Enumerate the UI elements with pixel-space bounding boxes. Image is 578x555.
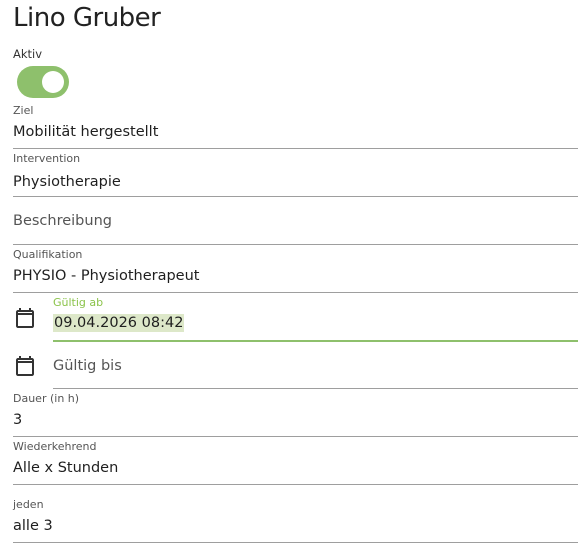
toggle-knob (42, 71, 64, 93)
qualifikation-value[interactable]: PHYSIO - Physiotherapeut (13, 268, 199, 284)
gueltig-bis-field[interactable]: Gültig bis (53, 344, 578, 390)
intervention-value[interactable]: Physiotherapie (13, 174, 121, 190)
gueltig-ab-label: Gültig ab (53, 296, 104, 309)
dauer-label: Dauer (in h) (13, 392, 80, 405)
gueltig-ab-underline (53, 340, 578, 342)
beschreibung-field[interactable]: Beschreibung (13, 200, 578, 246)
jeden-field[interactable]: jeden alle 3 (13, 498, 578, 544)
jeden-label: jeden (13, 498, 44, 511)
page-title: Lino Gruber (13, 3, 161, 33)
active-toggle[interactable] (17, 66, 69, 98)
wiederkehrend-field[interactable]: Wiederkehrend Alle x Stunden (13, 440, 578, 486)
qualifikation-label: Qualifikation (13, 248, 83, 261)
gueltig-ab-value[interactable]: 09.04.2026 08:42 (53, 314, 185, 332)
ziel-label: Ziel (13, 104, 34, 117)
jeden-underline (13, 542, 578, 543)
gueltig-bis-underline (53, 388, 578, 389)
ziel-value[interactable]: Mobilität hergestellt (13, 124, 158, 140)
qualifikation-underline (13, 292, 578, 293)
wiederkehrend-value[interactable]: Alle x Stunden (13, 460, 118, 476)
wiederkehrend-label: Wiederkehrend (13, 440, 97, 453)
active-toggle-label: Aktiv (13, 47, 43, 61)
beschreibung-underline (13, 244, 578, 245)
dauer-field[interactable]: Dauer (in h) 3 (13, 392, 578, 438)
intervention-label: Intervention (13, 152, 81, 165)
ziel-field[interactable]: Ziel Mobilität hergestellt (13, 104, 578, 150)
ziel-underline (13, 148, 578, 149)
qualifikation-field[interactable]: Qualifikation PHYSIO - Physiotherapeut (13, 248, 578, 294)
wiederkehrend-underline (13, 484, 578, 485)
gueltig-ab-field[interactable]: Gültig ab 09.04.2026 08:42 (53, 296, 578, 342)
dauer-underline (13, 436, 578, 437)
gueltig-bis-placeholder[interactable]: Gültig bis (53, 358, 122, 374)
dauer-value[interactable]: 3 (13, 412, 22, 428)
calendar-icon[interactable] (13, 354, 37, 378)
intervention-field[interactable]: Intervention Physiotherapie (13, 152, 578, 198)
intervention-underline (13, 196, 578, 197)
beschreibung-placeholder[interactable]: Beschreibung (13, 213, 112, 229)
calendar-icon[interactable] (13, 306, 37, 330)
jeden-value[interactable]: alle 3 (13, 518, 53, 534)
